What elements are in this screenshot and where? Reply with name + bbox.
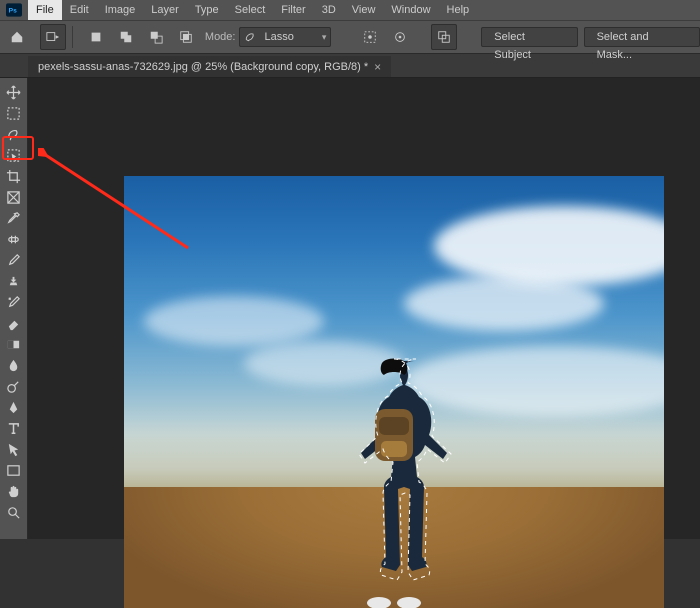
canvas-area (28, 78, 700, 539)
svg-text:Ps: Ps (9, 8, 17, 15)
app-logo: Ps (0, 0, 28, 20)
intersect-selection-button[interactable] (173, 24, 199, 50)
rectangle-tool[interactable] (2, 460, 26, 480)
menu-3d[interactable]: 3D (314, 0, 344, 20)
hand-tool[interactable] (2, 481, 26, 501)
path-selection-tool[interactable] (2, 439, 26, 459)
healing-brush-tool[interactable] (2, 229, 26, 249)
marquee-tool[interactable] (2, 103, 26, 123)
menu-image[interactable]: Image (97, 0, 144, 20)
chevron-down-icon: ▾ (322, 32, 327, 43)
crop-tool[interactable] (2, 166, 26, 186)
mode-label: Mode: (205, 31, 236, 43)
document-canvas[interactable] (124, 176, 664, 608)
canvas-subject-person (329, 353, 459, 608)
clone-stamp-tool[interactable] (2, 271, 26, 291)
tool-preset-button[interactable] (40, 24, 66, 50)
subtract-selection-button[interactable] (143, 24, 169, 50)
eraser-tool[interactable] (2, 313, 26, 333)
enhance-edge-button[interactable] (387, 24, 413, 50)
menu-bar: Ps File Edit Image Layer Type Select Fil… (0, 0, 700, 20)
menu-file[interactable]: File (28, 0, 62, 20)
brush-tool[interactable] (2, 250, 26, 270)
options-bar: Mode: Lasso ▾ Select Subject Select and … (0, 20, 700, 54)
close-icon[interactable]: × (374, 60, 381, 74)
lasso-tool[interactable] (2, 124, 26, 144)
gradient-tool[interactable] (2, 334, 26, 354)
history-brush-tool[interactable] (2, 292, 26, 312)
menu-view[interactable]: View (344, 0, 384, 20)
frame-tool[interactable] (2, 187, 26, 207)
menu-filter[interactable]: Filter (273, 0, 313, 20)
tool-panel (0, 78, 28, 539)
menu-help[interactable]: Help (439, 0, 478, 20)
add-selection-button[interactable] (113, 24, 139, 50)
new-selection-button[interactable] (83, 24, 109, 50)
document-tab-bar: pexels-sassu-anas-732629.jpg @ 25% (Back… (0, 54, 700, 78)
dodge-tool[interactable] (2, 376, 26, 396)
menu-window[interactable]: Window (383, 0, 438, 20)
mode-value: Lasso (264, 31, 293, 43)
document-tab[interactable]: pexels-sassu-anas-732629.jpg @ 25% (Back… (28, 55, 391, 77)
type-tool[interactable] (2, 418, 26, 438)
eyedropper-tool[interactable] (2, 208, 26, 228)
select-subject-button[interactable]: Select Subject (481, 27, 577, 47)
mode-select[interactable]: Lasso ▾ (239, 27, 331, 47)
document-tab-title: pexels-sassu-anas-732629.jpg @ 25% (Back… (38, 61, 368, 73)
menu-select[interactable]: Select (227, 0, 274, 20)
object-selection-tool[interactable] (2, 145, 26, 165)
home-button[interactable] (4, 24, 30, 50)
sample-all-layers-button[interactable] (357, 24, 383, 50)
pen-tool[interactable] (2, 397, 26, 417)
move-tool[interactable] (2, 82, 26, 102)
menu-edit[interactable]: Edit (62, 0, 97, 20)
blur-tool[interactable] (2, 355, 26, 375)
menu-layer[interactable]: Layer (143, 0, 187, 20)
object-finder-button[interactable] (431, 24, 457, 50)
select-and-mask-button[interactable]: Select and Mask... (584, 27, 700, 47)
zoom-tool[interactable] (2, 502, 26, 522)
menu-type[interactable]: Type (187, 0, 227, 20)
